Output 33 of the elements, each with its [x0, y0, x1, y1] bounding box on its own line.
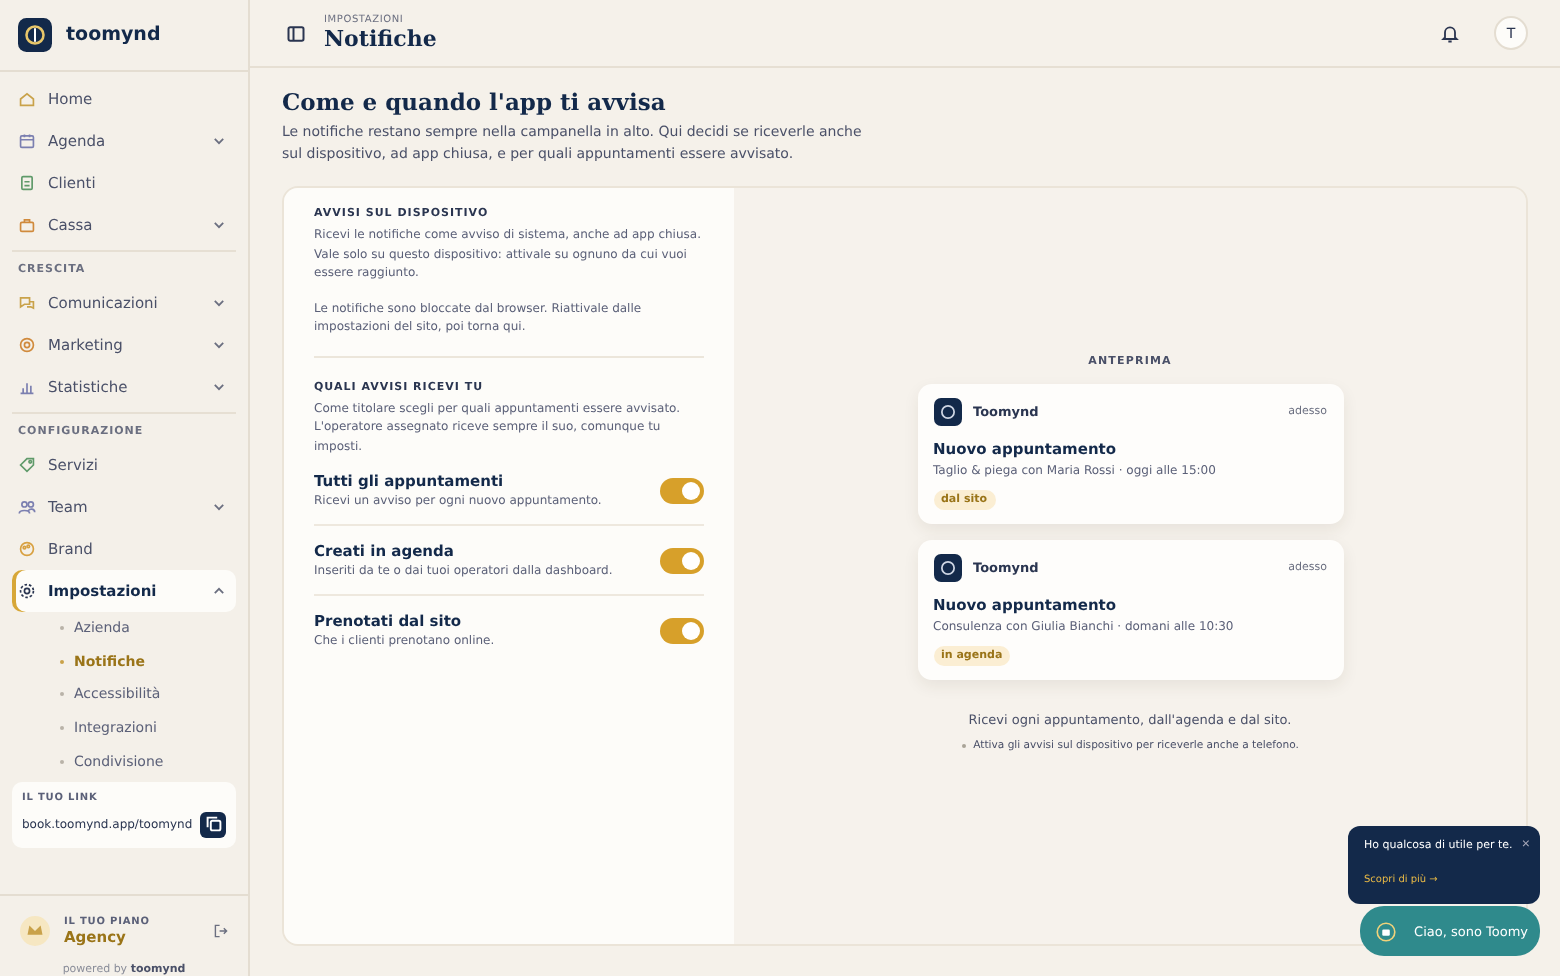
logout-icon[interactable] — [214, 924, 228, 938]
chevron-icon — [212, 296, 226, 310]
app-icon — [933, 554, 961, 582]
page-header-title: Notifiche — [324, 26, 437, 52]
sidebar-toggle-icon[interactable] — [286, 23, 306, 43]
copy-button[interactable] — [200, 811, 226, 838]
chevron-icon — [212, 218, 226, 232]
menu-icon — [18, 174, 36, 192]
logo-icon — [18, 18, 52, 52]
toggle-switch[interactable] — [660, 547, 704, 573]
app-icon — [933, 398, 961, 426]
menu-icon — [18, 456, 36, 474]
menu-icon — [18, 132, 36, 150]
menu-icon — [18, 498, 36, 516]
toggle-switch[interactable] — [660, 477, 704, 503]
menu-icon — [18, 378, 36, 396]
bell-icon[interactable] — [1440, 23, 1460, 43]
menu-icon — [18, 90, 36, 108]
brand-name: toomynd — [66, 24, 161, 46]
chevron-icon — [212, 380, 226, 394]
chevron-icon — [212, 500, 226, 514]
chevron-icon — [212, 134, 226, 148]
menu-icon — [18, 216, 36, 234]
crown-icon — [20, 916, 50, 946]
assistant-avatar-icon — [1376, 919, 1397, 943]
menu-icon — [18, 540, 36, 558]
page-title: Come e quando l'app ti avvisa — [282, 88, 668, 116]
chevron-icon — [212, 584, 226, 598]
toggle-switch[interactable] — [660, 617, 704, 643]
menu-icon — [18, 336, 36, 354]
chevron-icon — [212, 338, 226, 352]
menu-icon — [18, 582, 36, 600]
menu-icon — [18, 294, 36, 312]
